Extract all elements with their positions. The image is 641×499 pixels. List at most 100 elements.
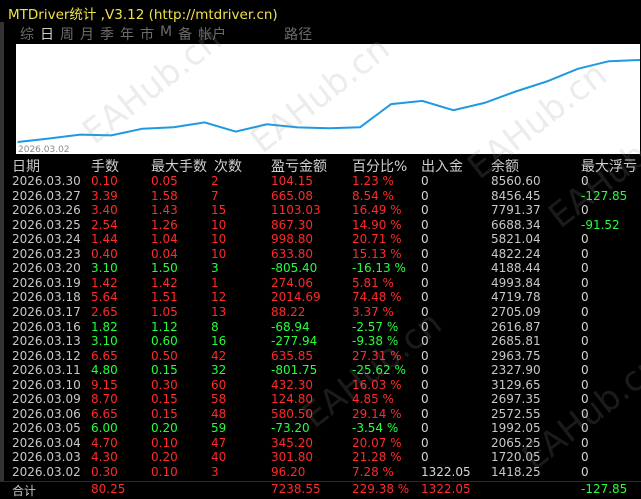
row-count: 2: [211, 174, 219, 188]
tab-year[interactable]: 年: [120, 24, 134, 43]
row-count: 59: [211, 421, 227, 436]
row-max-lots: 1.50: [151, 261, 178, 276]
row-lots: 8.70: [91, 392, 118, 407]
balance-point: [203, 121, 206, 124]
balance-point: [141, 127, 144, 130]
row-float: 0: [581, 304, 589, 319]
row-date: 2026.03.09: [12, 392, 81, 407]
row-date: 2026.03.02: [12, 465, 81, 479]
row-pct: 4.85 %: [352, 392, 394, 407]
row-pct: -16.13 %: [352, 261, 406, 276]
table-row: 2026.03.18 5.64 1.51 12 2014.69 74.48 % 0 4719.…: [0, 290, 641, 305]
header-balance: 余额: [491, 159, 519, 175]
row-lots: 6.00: [91, 421, 118, 436]
table-row: 2026.03.25 2.54 1.26 10 867.30 14.90 % 0 6688.3…: [0, 218, 641, 233]
header-count: 次数: [214, 159, 242, 175]
row-lots: 3.40: [91, 203, 118, 218]
table-row: 2026.03.26 3.40 1.43 15 1103.03 16.49 % 0 7791.…: [0, 203, 641, 218]
row-pl: -73.20: [271, 421, 310, 436]
row-lots: 9.15: [91, 377, 118, 392]
row-pct: 27.31 %: [352, 348, 402, 363]
row-pct: 16.03 %: [352, 377, 402, 392]
row-count: 32: [211, 363, 227, 378]
row-io: 0: [421, 377, 429, 392]
row-float: 0: [581, 261, 589, 276]
balance-point: [577, 68, 579, 70]
header-float: 最大浮亏: [581, 159, 637, 175]
tab-account[interactable]: 帐户: [198, 24, 226, 43]
row-max-lots: 1.43: [151, 203, 178, 218]
tab-market[interactable]: 市: [140, 24, 154, 43]
row-balance: 3129.65: [491, 377, 541, 392]
tab-path[interactable]: 路径: [284, 24, 312, 43]
row-date: 2026.03.26: [12, 203, 81, 218]
row-lots: 4.70: [91, 435, 118, 450]
row-count: 3: [211, 261, 219, 276]
balance-chart-svg: 2026.03.02: [17, 59, 640, 154]
balance-series-line: [17, 59, 640, 143]
row-io: 0: [421, 319, 429, 334]
row-lots: 2.54: [91, 217, 118, 232]
row-pct: 5.81 %: [352, 275, 394, 290]
row-lots: 0.10: [91, 174, 118, 188]
row-pct: 7.28 %: [352, 465, 394, 479]
balance-point: [234, 130, 237, 133]
window-title: MTDriver统计 ,V3.12 (http://mtdriver.cn): [8, 7, 278, 23]
row-pl: 345.20: [271, 435, 313, 450]
table-header: 日期 手数 最大手数 次数 盈亏金额 百分比% 出入金 余额 最大浮亏: [0, 156, 641, 175]
total-row: 合计 80.25 7238.55 229.38 % 1322.05 -127.8…: [0, 480, 641, 498]
row-pct: 3.37 %: [352, 304, 394, 319]
row-date: 2026.03.20: [12, 261, 81, 276]
tab-m[interactable]: M: [160, 24, 172, 42]
balance-chart: 2026.03.02: [16, 44, 640, 154]
row-lots: 1.44: [91, 232, 118, 247]
row-max-lots: 1.26: [151, 217, 178, 232]
row-pl: 104.15: [271, 174, 313, 188]
tab-week[interactable]: 周: [60, 24, 74, 43]
row-pl: 301.80: [271, 450, 313, 465]
row-io: 0: [421, 174, 429, 188]
row-balance: 4719.78: [491, 290, 541, 305]
row-balance: 1992.05: [491, 421, 541, 436]
row-pl: 665.08: [271, 188, 313, 203]
row-pl: 432.30: [271, 377, 313, 392]
chart-start-date-label: 2026.03.02: [18, 145, 70, 154]
row-max-lots: 1.05: [151, 304, 178, 319]
row-date: 2026.03.16: [12, 319, 81, 334]
row-io: 0: [421, 246, 429, 261]
header-io: 出入金: [421, 159, 463, 175]
row-count: 10: [211, 246, 227, 261]
row-float: 0: [581, 246, 589, 261]
row-pl: 1103.03: [271, 203, 321, 218]
tab-summary[interactable]: 综: [20, 24, 34, 43]
row-pct: -3.54 %: [352, 421, 399, 436]
row-pl: 580.50: [271, 406, 313, 421]
row-date: 2026.03.30: [12, 174, 81, 188]
row-balance: 2705.09: [491, 304, 541, 319]
row-max-lots: 0.15: [151, 392, 178, 407]
row-balance: 5821.04: [491, 232, 541, 247]
row-pct: 21.28 %: [352, 450, 402, 465]
row-balance: 2697.35: [491, 392, 541, 407]
row-float: 0: [581, 435, 589, 450]
row-pl: 867.30: [271, 217, 313, 232]
header-date: 日期: [12, 159, 40, 175]
row-float: 0: [581, 377, 589, 392]
row-balance: 4822.24: [491, 246, 541, 261]
row-pl: -805.40: [271, 261, 318, 276]
row-pct: 1.23 %: [352, 174, 394, 188]
row-balance: 4993.84: [491, 275, 541, 290]
tab-note[interactable]: 备: [178, 24, 192, 43]
row-float: 0: [581, 174, 589, 188]
row-pct: 20.71 %: [352, 232, 402, 247]
tab-day[interactable]: 日: [40, 24, 54, 43]
row-max-lots: 1.42: [151, 275, 178, 290]
tab-month[interactable]: 月: [80, 24, 94, 43]
row-max-lots: 0.20: [151, 450, 178, 465]
row-balance: 2572.55: [491, 406, 541, 421]
row-max-lots: 0.04: [151, 246, 178, 261]
row-io: 0: [421, 435, 429, 450]
row-io: 0: [421, 363, 429, 378]
tab-quarter[interactable]: 季: [100, 24, 114, 43]
row-pct: -25.62 %: [352, 363, 406, 378]
